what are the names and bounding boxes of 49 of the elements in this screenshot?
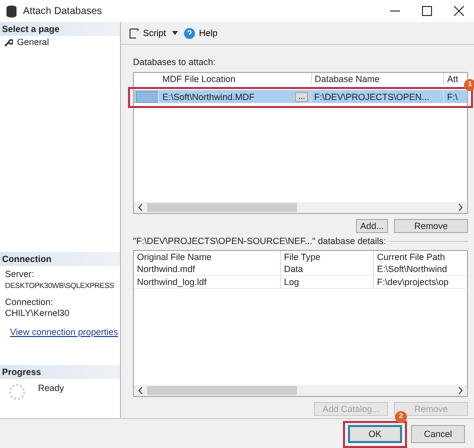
dropdown-icon[interactable] [172,31,178,35]
section-header: Select a page [0,22,120,36]
help-icon [184,28,196,38]
database-icon [6,4,17,18]
table-cell-text: Northwind_log.ldf [136,276,208,288]
column-header[interactable]: File Type [280,251,373,263]
script-button[interactable]: Script [126,26,168,40]
page-item[interactable]: General [0,36,54,48]
connection-label: Connection: [5,297,54,308]
column-header[interactable]: Original File Name [134,251,280,263]
table-cell: F:\ [443,90,467,102]
column-header[interactable]: MDF File Location [159,73,311,85]
highlight-frame [343,421,407,448]
close-icon[interactable] [454,6,464,16]
connection-properties-link[interactable]: View connection properties [10,327,118,337]
section-header: Connection [0,252,120,266]
progress-status: Ready [38,383,64,394]
wrench-icon [4,38,13,46]
details-caption: "F:\DEV\PROJECTS\OPEN-SOURCE\NEF..." database details: [133,236,386,247]
table-cell: F:\dev\projects\op [373,276,467,288]
scroll-left-icon[interactable] [138,204,143,211]
database-row[interactable]: E:\Soft\Northwind.MDF ... F:\DEV\PROJECTS\OPEN... F:\ [134,90,467,103]
table-cell: E:\Soft\Northwind.MDF [162,90,254,102]
cancel-button[interactable]: Cancel [411,425,465,443]
scroll-right-icon[interactable] [458,387,463,394]
window-title: Attach Databases [23,6,102,16]
grid-caption: Databases to attach: [133,57,217,68]
column-header[interactable]: Current File Path [373,251,467,263]
table-cell: Data [280,263,373,275]
table-cell: Log [280,276,373,288]
help-button[interactable]: Help [182,26,220,40]
table-cell-text: Northwind.mdf [136,263,196,275]
column-header[interactable]: Database Name [310,73,444,85]
maximize-icon[interactable] [422,6,432,16]
browse-button[interactable]: ... [295,92,308,102]
scroll-left-icon[interactable] [138,387,143,394]
table-cell: E:\Soft\Northwind [373,263,467,275]
remove-button[interactable]: Remove [394,219,468,233]
horizontal-scrollbar[interactable] [134,202,467,213]
connection-user: CHILY\Kernel30 [5,308,70,319]
spinner-icon [8,383,26,401]
horizontal-scrollbar[interactable] [134,385,467,396]
section-header: Progress [0,365,120,379]
server-label: Server: [5,269,36,280]
table-cell: F:\DEV\PROJECTS\OPEN... [310,90,444,102]
add-button[interactable]: Add... [356,219,388,233]
scroll-right-icon[interactable] [458,204,463,211]
script-icon [128,28,139,38]
ok-button[interactable]: OK [348,425,402,443]
